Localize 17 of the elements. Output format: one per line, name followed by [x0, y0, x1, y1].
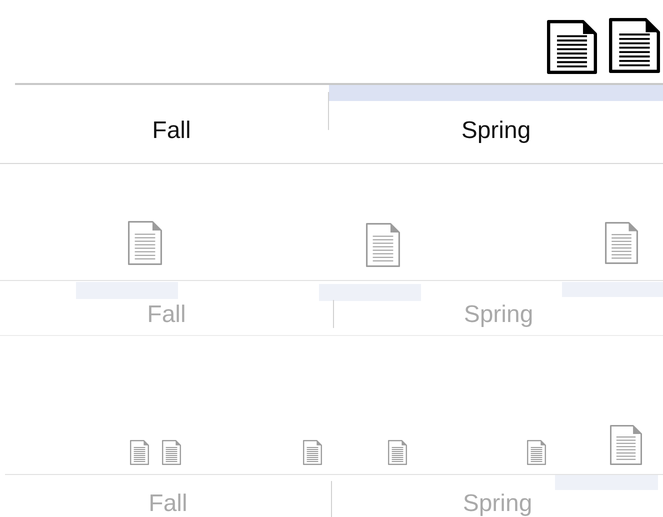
- document-icon: [547, 20, 597, 74]
- document-icon: [610, 425, 642, 465]
- document-icon: [605, 222, 638, 264]
- document-icon: [130, 440, 149, 465]
- season-tab[interactable]: Fall: [0, 281, 333, 335]
- document-icon: [527, 440, 546, 465]
- document-icon: [303, 440, 322, 465]
- document-icon: [366, 223, 400, 267]
- season-tab[interactable]: Spring: [332, 475, 663, 517]
- season-tab[interactable]: Spring: [334, 281, 663, 335]
- season-tab[interactable]: Fall: [5, 475, 331, 517]
- document-icon: [388, 440, 407, 465]
- season-tab[interactable]: Fall: [15, 85, 328, 164]
- document-icon: [128, 221, 162, 265]
- document-icon: [609, 18, 660, 73]
- season-tab[interactable]: Spring: [329, 85, 663, 164]
- document-icon: [162, 440, 181, 465]
